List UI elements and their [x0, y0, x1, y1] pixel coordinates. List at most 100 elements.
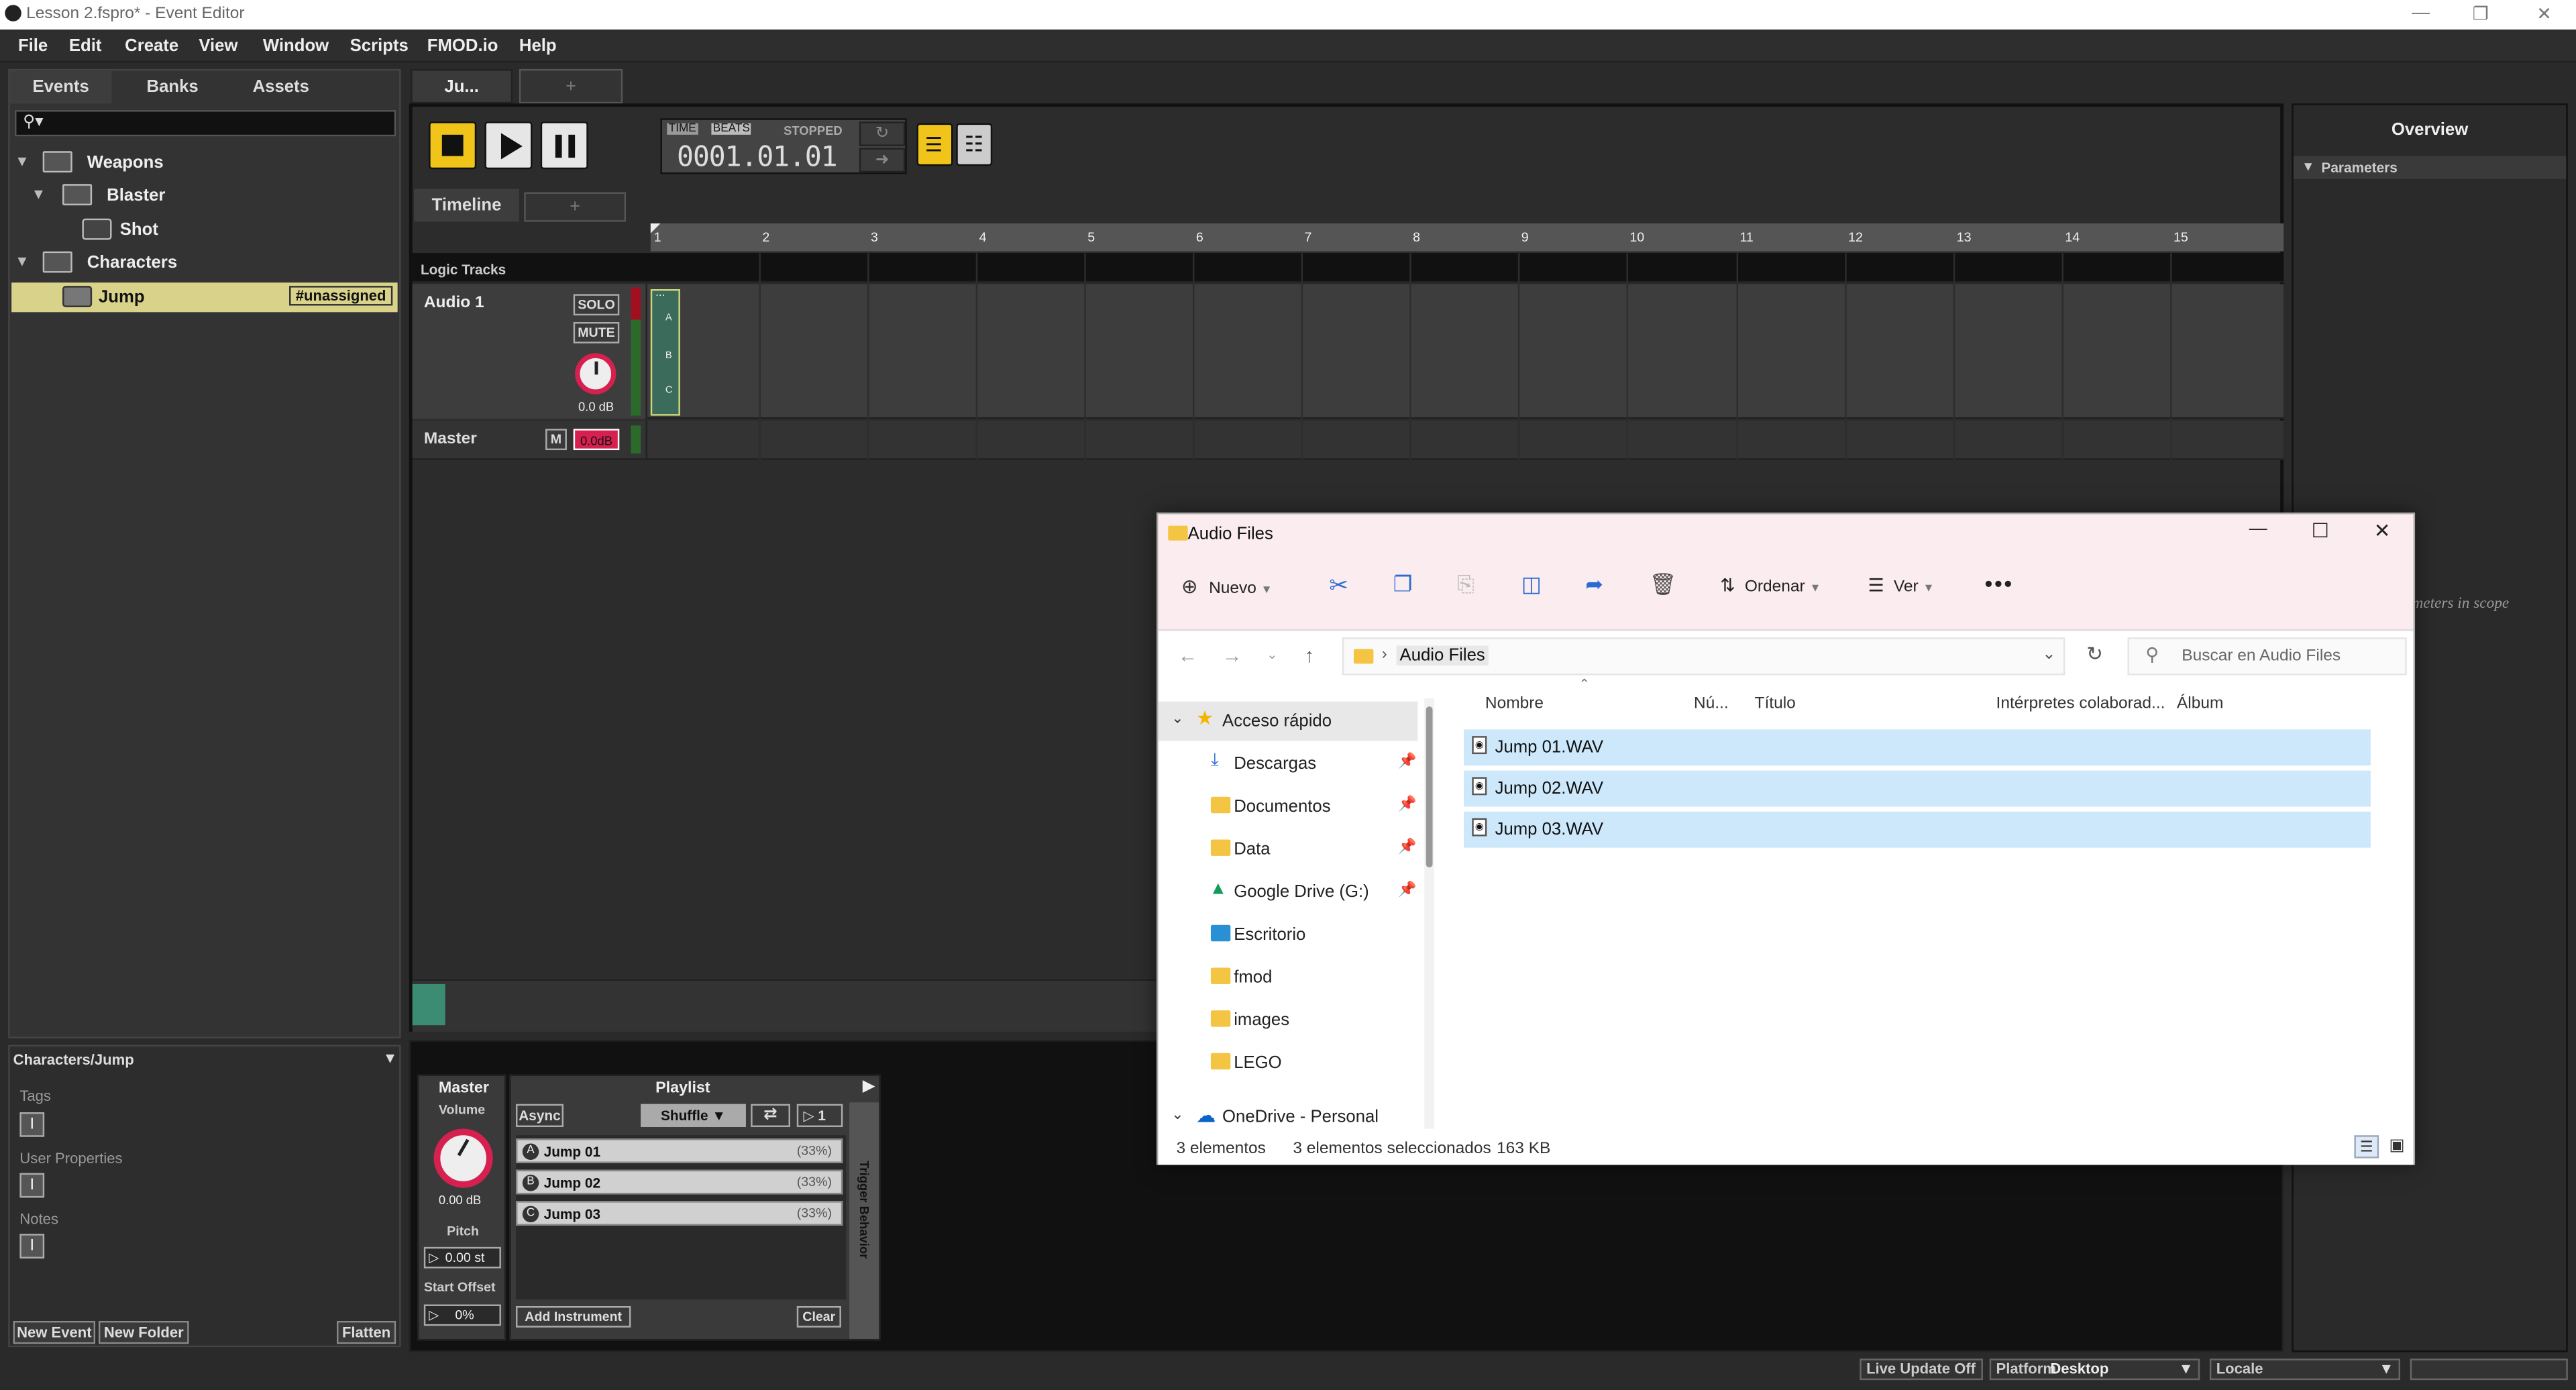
- share-icon[interactable]: ➦: [1585, 572, 1603, 598]
- nav-item-lego[interactable]: LEGO: [1159, 1043, 1421, 1083]
- playlist-mode-select[interactable]: Shuffle ▼: [641, 1104, 746, 1128]
- playlist-item[interactable]: A Jump 01 (33%): [515, 1138, 843, 1163]
- tab-timeline[interactable]: Timeline: [414, 189, 519, 222]
- add-sheet-button[interactable]: +: [524, 192, 627, 222]
- expand-triangle-icon[interactable]: ▼: [15, 253, 30, 269]
- column-artists[interactable]: Intérpretes colaborad...: [1996, 695, 2165, 713]
- rename-icon[interactable]: ◫: [1521, 572, 1542, 598]
- tree-item-weapons[interactable]: ▼ Weapons: [10, 148, 399, 177]
- tab-banks[interactable]: Banks: [121, 70, 223, 103]
- expand-chevron-icon[interactable]: ⌄: [1171, 710, 1183, 728]
- pin-icon[interactable]: 📌: [1398, 881, 1416, 899]
- multi-instrument-clip[interactable]: ... A B C: [650, 288, 680, 416]
- breadcrumb-audio-files[interactable]: Audio Files: [1396, 645, 1489, 665]
- expand-chevron-icon[interactable]: ⌄: [1171, 1106, 1183, 1124]
- live-update-button[interactable]: Live Update Off: [1860, 1358, 1983, 1381]
- restore-icon[interactable]: ❐: [2473, 3, 2489, 25]
- maximize-icon[interactable]: ☐: [2312, 519, 2329, 542]
- sort-button[interactable]: ⇅ Ordenar ▼: [1720, 575, 1821, 596]
- event-tab-active[interactable]: Ju...: [411, 68, 513, 104]
- up-arrow-icon[interactable]: ↑: [1305, 644, 1315, 667]
- platform-select[interactable]: Platform Desktop ▼: [1989, 1358, 2200, 1381]
- more-options-icon[interactable]: •••: [1984, 570, 2013, 596]
- nav-item-downloads[interactable]: ⤓ Descargas 📌: [1159, 744, 1421, 784]
- expand-triangle-icon[interactable]: ▼: [15, 153, 30, 169]
- nav-item-desktop[interactable]: Escritorio: [1159, 915, 1421, 955]
- copy-icon[interactable]: ❐: [1393, 572, 1413, 598]
- locale-select[interactable]: Locale ▼: [2209, 1358, 2400, 1381]
- browser-search-input[interactable]: ⚲▾: [15, 110, 396, 137]
- menu-fmodio[interactable]: FMOD.io: [427, 36, 498, 56]
- new-event-button[interactable]: New Event: [13, 1320, 96, 1344]
- pin-icon[interactable]: 📌: [1398, 753, 1416, 771]
- master-volume-value[interactable]: 0.0dB: [573, 429, 620, 451]
- menu-scripts[interactable]: Scripts: [350, 36, 409, 56]
- tree-item-jump[interactable]: Jump #unassigned: [11, 282, 398, 313]
- view-button[interactable]: ☰ Ver ▼: [1868, 575, 1935, 596]
- nav-item-quick-access[interactable]: ⌄ ★ Acceso rápido: [1158, 701, 1418, 741]
- audio-track[interactable]: Audio 1 SOLO MUTE 0.0 dB ... A B C: [412, 284, 2284, 419]
- tree-item-blaster[interactable]: ▼ Blaster: [10, 180, 399, 210]
- back-arrow-icon[interactable]: ←: [1178, 644, 1197, 667]
- pin-icon[interactable]: 📌: [1398, 795, 1416, 813]
- loop-icon[interactable]: ↻: [859, 121, 906, 146]
- text-edit-icon[interactable]: I: [19, 1173, 45, 1198]
- close-icon[interactable]: ✕: [2374, 519, 2391, 542]
- trigger-behavior-tab[interactable]: Trigger Behavior: [849, 1102, 879, 1339]
- pause-button[interactable]: [540, 121, 588, 170]
- tab-events[interactable]: Events: [9, 70, 112, 104]
- stop-button[interactable]: [429, 121, 477, 170]
- column-number[interactable]: Nú...: [1694, 695, 1729, 713]
- text-edit-icon[interactable]: I: [19, 1112, 45, 1137]
- start-offset-field[interactable]: ▷ 0%: [423, 1304, 501, 1326]
- flatten-button[interactable]: Flatten: [337, 1320, 396, 1344]
- expand-triangle-icon[interactable]: ▼: [32, 186, 46, 202]
- tree-item-characters[interactable]: ▼ Characters: [10, 248, 399, 278]
- master-mute-button[interactable]: M: [545, 429, 567, 451]
- mute-button[interactable]: MUTE: [573, 322, 620, 343]
- paste-icon[interactable]: ⎘: [1457, 572, 1474, 598]
- refresh-icon[interactable]: ↻: [2086, 643, 2103, 665]
- menu-help[interactable]: Help: [519, 36, 557, 56]
- minimize-icon[interactable]: —: [2249, 519, 2267, 539]
- beats-mode-label[interactable]: BEATS: [711, 123, 752, 135]
- collapse-triangle-icon[interactable]: ▼: [2302, 160, 2314, 174]
- close-icon[interactable]: ✕: [2536, 3, 2552, 25]
- forward-arrow-icon[interactable]: →: [1222, 644, 1242, 667]
- file-row[interactable]: ◉ Jump 02.WAV: [1464, 770, 2371, 807]
- tiles-view-icon[interactable]: ▣: [2385, 1135, 2408, 1158]
- add-event-tab-button[interactable]: +: [519, 68, 623, 104]
- time-mode-label[interactable]: TIME: [667, 123, 698, 135]
- details-view-icon[interactable]: ☰: [2354, 1135, 2379, 1159]
- time-display[interactable]: TIME BEATS STOPPED 0001.01.01 ↻ ➜: [660, 118, 907, 174]
- track-name[interactable]: Audio 1: [424, 294, 484, 312]
- menu-window[interactable]: Window: [263, 36, 329, 56]
- playlist-item[interactable]: B Jump 02 (33%): [515, 1169, 843, 1195]
- nav-item-images[interactable]: images: [1159, 1000, 1421, 1040]
- pin-icon[interactable]: 📌: [1398, 838, 1416, 856]
- pitch-field[interactable]: ▷ 0.00 st: [423, 1246, 501, 1269]
- recent-chevron-icon[interactable]: ⌄: [1267, 647, 1277, 662]
- parameters-header[interactable]: ▼ Parameters: [2293, 156, 2567, 179]
- minimize-icon[interactable]: —: [2412, 3, 2430, 23]
- nav-item-google-drive[interactable]: ▲ Google Drive (G:) 📌: [1159, 872, 1421, 912]
- clear-button[interactable]: Clear: [796, 1305, 841, 1328]
- play-count-field[interactable]: ▷ 1: [796, 1104, 843, 1128]
- column-name[interactable]: Nombre: [1485, 695, 1544, 713]
- menu-file[interactable]: File: [18, 36, 48, 56]
- address-dropdown-icon[interactable]: ⌄: [2042, 645, 2056, 663]
- column-album[interactable]: Álbum: [2177, 695, 2223, 713]
- solo-button[interactable]: SOLO: [573, 294, 620, 316]
- play-button[interactable]: [484, 121, 533, 170]
- nav-item-data[interactable]: Data 📌: [1159, 830, 1421, 869]
- cut-icon[interactable]: ✂: [1329, 572, 1348, 600]
- delete-icon[interactable]: 🗑: [1650, 572, 1676, 598]
- playlist-item[interactable]: C Jump 03 (33%): [515, 1201, 843, 1226]
- nav-scrollbar[interactable]: [1424, 698, 1434, 1129]
- nav-item-onedrive[interactable]: ⌄ ☁ OneDrive - Personal: [1159, 1098, 1421, 1137]
- async-button[interactable]: Async: [515, 1104, 564, 1128]
- add-instrument-button[interactable]: Add Instrument: [515, 1305, 631, 1328]
- tree-item-shot[interactable]: Shot: [10, 215, 399, 245]
- nav-item-documents[interactable]: Documentos 📌: [1159, 787, 1421, 826]
- menu-create[interactable]: Create: [125, 36, 178, 56]
